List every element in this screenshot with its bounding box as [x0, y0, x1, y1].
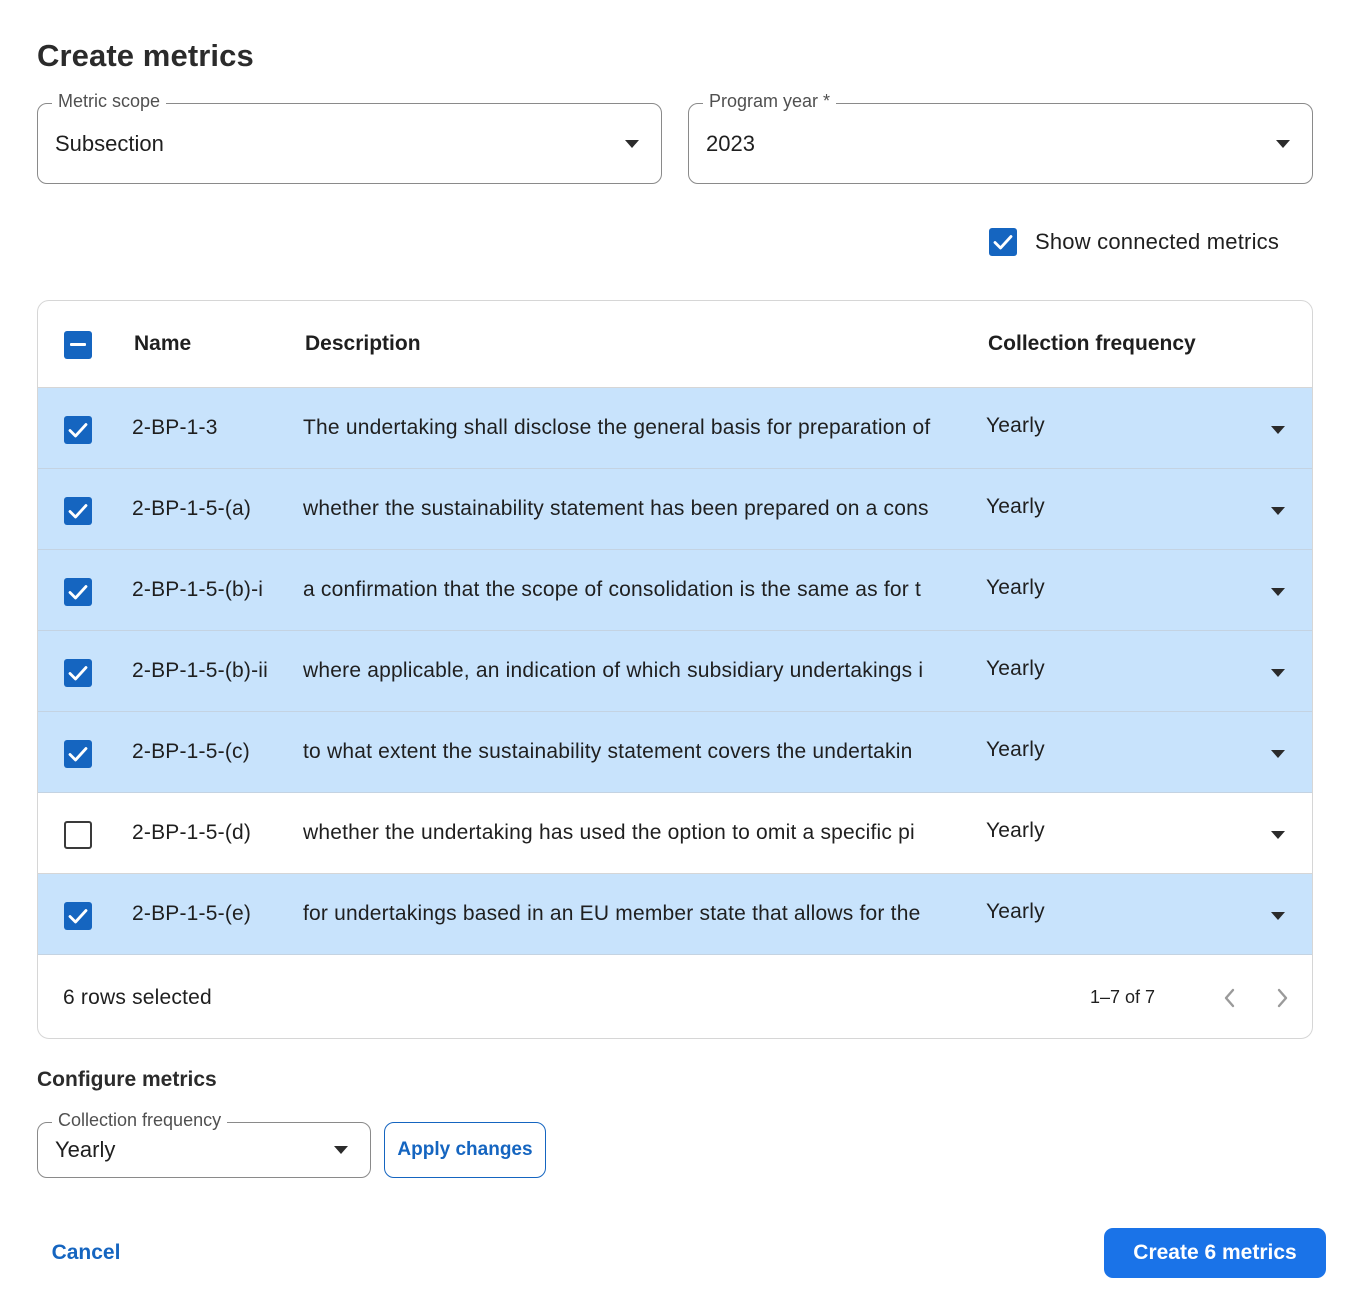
row-checkbox[interactable] — [64, 740, 92, 768]
metrics-table: Name Description Collection frequency 2-… — [37, 300, 1313, 1039]
metric-description: to what extent the sustainability statem… — [303, 740, 913, 763]
configure-metrics-title: Configure metrics — [37, 1068, 217, 1091]
row-frequency-value[interactable]: Yearly — [986, 495, 1186, 519]
checkmark-icon — [68, 504, 88, 519]
pagination-range: 1–7 of 7 — [1090, 987, 1156, 1007]
metric-name: 2-BP-1-5-(a) — [132, 497, 252, 520]
table-row[interactable]: 2-BP-1-5-(d) whether the undertaking has… — [38, 793, 1312, 874]
metric-name: 2-BP-1-5-(b)-i — [132, 578, 264, 601]
cancel-button[interactable]: Cancel — [36, 1230, 136, 1276]
checkmark-icon — [68, 666, 88, 681]
column-header-collection-frequency[interactable]: Collection frequency — [988, 332, 1196, 356]
metric-description: whether the sustainability statement has… — [303, 497, 929, 520]
metric-name: 2-BP-1-5-(b)-ii — [132, 659, 269, 682]
collection-frequency-label: Collection frequency — [52, 1110, 228, 1131]
show-connected-label: Show connected metrics — [1035, 229, 1280, 254]
row-checkbox[interactable] — [64, 659, 92, 687]
row-frequency-value[interactable]: Yearly — [986, 738, 1186, 762]
metric-description: where applicable, an indication of which… — [303, 659, 924, 682]
metric-description: for undertakings based in an EU member s… — [303, 902, 921, 925]
create-metrics-dialog: Create metrics Metric scope Subsection P… — [0, 0, 1350, 1303]
row-checkbox[interactable] — [64, 578, 92, 606]
caret-down-icon[interactable] — [1271, 588, 1285, 596]
chevron-right-icon — [1277, 988, 1288, 1008]
select-all-checkbox[interactable] — [64, 331, 92, 359]
next-page-button[interactable] — [1270, 984, 1294, 1012]
row-frequency-value[interactable]: Yearly — [986, 819, 1186, 843]
metric-name: 2-BP-1-3 — [132, 416, 218, 439]
checkmark-icon — [993, 235, 1013, 250]
collection-frequency-value: Yearly — [55, 1137, 116, 1162]
caret-down-icon[interactable] — [1271, 426, 1285, 434]
row-checkbox[interactable] — [64, 902, 92, 930]
caret-down-icon[interactable] — [1271, 507, 1285, 515]
metric-name: 2-BP-1-5-(e) — [132, 902, 252, 925]
table-row[interactable]: 2-BP-1-5-(c) to what extent the sustaina… — [38, 712, 1312, 793]
collection-frequency-select[interactable]: Collection frequency Yearly — [37, 1110, 371, 1178]
dialog-title: Create metrics — [37, 38, 254, 73]
row-frequency-value[interactable]: Yearly — [986, 900, 1186, 924]
row-frequency-value[interactable]: Yearly — [986, 414, 1186, 438]
row-checkbox[interactable] — [64, 497, 92, 525]
program-year-label: Program year * — [703, 91, 837, 112]
row-checkbox[interactable] — [64, 416, 92, 444]
row-frequency-value[interactable]: Yearly — [986, 576, 1186, 600]
rows-selected-count: 6 rows selected — [63, 986, 212, 1009]
chevron-left-icon — [1224, 988, 1235, 1008]
checkmark-icon — [68, 747, 88, 762]
table-header: Name Description Collection frequency — [38, 301, 1312, 388]
table-row[interactable]: 2-BP-1-5-(e) for undertakings based in a… — [38, 874, 1312, 955]
caret-down-icon — [1276, 140, 1290, 148]
row-checkbox[interactable] — [64, 821, 92, 849]
caret-down-icon[interactable] — [1271, 750, 1285, 758]
metric-description: a confirmation that the scope of consoli… — [303, 578, 922, 601]
checkmark-icon — [68, 423, 88, 438]
apply-changes-button[interactable]: Apply changes — [384, 1122, 546, 1178]
column-header-description[interactable]: Description — [305, 332, 421, 356]
table-row[interactable]: 2-BP-1-5-(b)-i a confirmation that the s… — [38, 550, 1312, 631]
metric-description: The undertaking shall disclose the gener… — [303, 416, 931, 439]
caret-down-icon[interactable] — [1271, 831, 1285, 839]
table-row[interactable]: 2-BP-1-5-(a) whether the sustainability … — [38, 469, 1312, 550]
show-connected-checkbox[interactable] — [989, 228, 1017, 256]
table-footer: 6 rows selected 1–7 of 7 — [38, 958, 1312, 1038]
metric-name: 2-BP-1-5-(d) — [132, 821, 252, 844]
caret-down-icon — [625, 140, 639, 148]
row-frequency-value[interactable]: Yearly — [986, 657, 1186, 681]
indeterminate-icon — [70, 343, 86, 346]
create-metrics-button[interactable]: Create 6 metrics — [1104, 1228, 1326, 1278]
checkmark-icon — [68, 909, 88, 924]
caret-down-icon — [334, 1146, 348, 1154]
table-row[interactable]: 2-BP-1-5-(b)-ii where applicable, an ind… — [38, 631, 1312, 712]
program-year-select[interactable]: Program year * 2023 — [688, 91, 1313, 184]
metric-name: 2-BP-1-5-(c) — [132, 740, 250, 763]
caret-down-icon[interactable] — [1271, 669, 1285, 677]
metric-description: whether the undertaking has used the opt… — [303, 821, 915, 844]
metric-scope-value: Subsection — [55, 131, 164, 156]
metric-scope-select[interactable]: Metric scope Subsection — [37, 91, 662, 184]
program-year-value: 2023 — [706, 131, 755, 156]
column-header-name[interactable]: Name — [134, 332, 191, 356]
metric-scope-label: Metric scope — [52, 91, 167, 112]
table-row[interactable]: 2-BP-1-3 The undertaking shall disclose … — [38, 388, 1312, 469]
checkmark-icon — [68, 585, 88, 600]
caret-down-icon[interactable] — [1271, 912, 1285, 920]
previous-page-button[interactable] — [1218, 984, 1242, 1012]
